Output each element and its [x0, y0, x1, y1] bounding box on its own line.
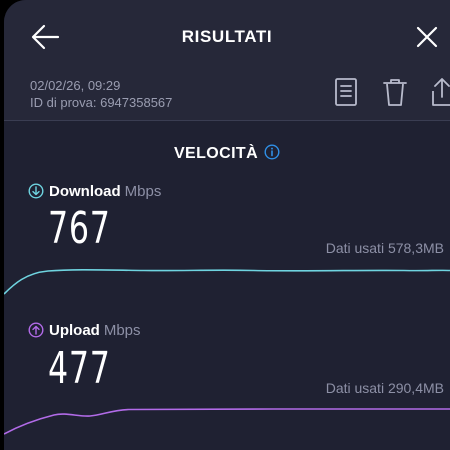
test-datetime: 02/02/26, 09:29	[30, 78, 121, 93]
header-divider	[4, 120, 450, 121]
results-header: RISULTATI 02/02/26, 09:29 ID di prova: 6…	[4, 0, 450, 120]
test-id: ID di prova: 6947358567	[30, 95, 173, 110]
download-data-used: Dati usati 578,3MB	[325, 240, 444, 256]
upload-unit: Mbps	[103, 322, 141, 339]
upload-title: Upload	[49, 322, 100, 339]
download-speed-value: 767	[48, 203, 111, 254]
share-icon[interactable]	[428, 75, 450, 109]
close-icon[interactable]	[412, 22, 442, 52]
upload-data-used: Dati usati 290,4MB	[325, 380, 444, 396]
page-title: RISULTATI	[181, 27, 273, 46]
download-graph-line	[4, 269, 450, 295]
download-speed-graph	[4, 269, 450, 295]
speedtest-results-screen: RISULTATI 02/02/26, 09:29 ID di prova: 6…	[0, 0, 450, 450]
section-title: VELOCITÀ	[173, 145, 259, 162]
upload-arrow-icon	[28, 322, 44, 338]
test-meta: 02/02/26, 09:29 ID di prova: 6947358567	[30, 77, 172, 111]
details-icon[interactable]	[330, 75, 362, 109]
upload-speed-value: 477	[48, 343, 111, 394]
trash-icon[interactable]	[379, 75, 411, 109]
results-panel: RISULTATI 02/02/26, 09:29 ID di prova: 6…	[4, 0, 450, 450]
download-title: Download	[49, 183, 121, 200]
download-unit: Mbps	[124, 183, 162, 200]
upload-speed-graph	[4, 408, 450, 435]
upload-graph-line	[4, 408, 450, 435]
download-arrow-icon	[28, 183, 44, 199]
info-icon[interactable]	[264, 144, 280, 160]
upload-label: Upload Mbps	[28, 322, 141, 339]
speed-section-heading: VELOCITÀ	[4, 144, 450, 163]
download-label: Download Mbps	[28, 183, 161, 200]
